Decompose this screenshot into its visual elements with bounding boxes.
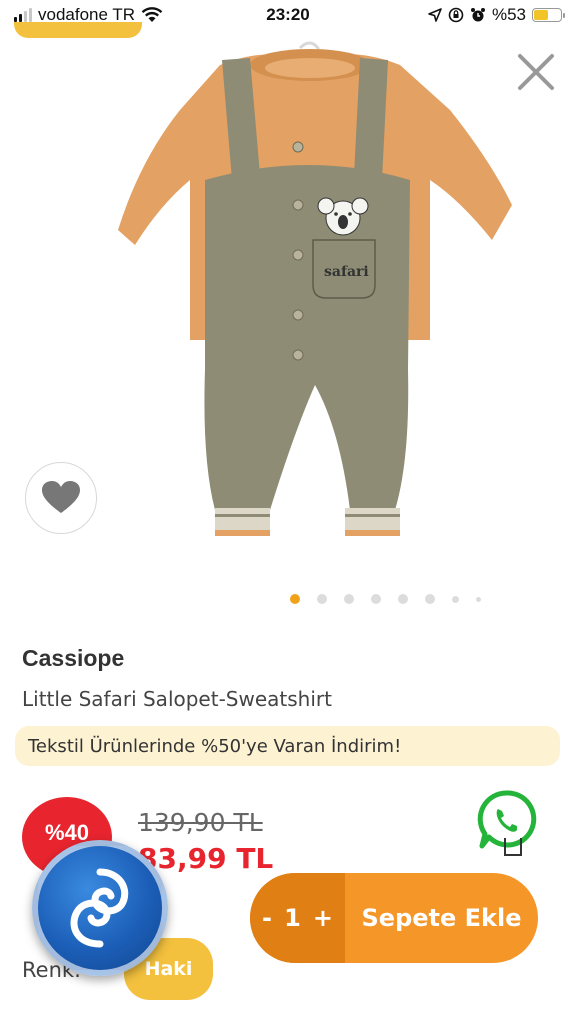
close-button[interactable] bbox=[512, 48, 560, 96]
promo-banner[interactable]: Tekstil Ürünlerinde %50'ye Varan İndirim… bbox=[15, 726, 560, 766]
wishlist-button[interactable] bbox=[25, 462, 97, 534]
carousel-dot[interactable] bbox=[476, 596, 481, 602]
promo-text: Tekstil Ürünlerinde %50'ye Varan İndirim… bbox=[28, 735, 402, 757]
top-tab-indicator bbox=[14, 22, 142, 38]
carousel-dot[interactable] bbox=[398, 594, 408, 604]
brand-name[interactable]: Cassiope bbox=[22, 645, 124, 672]
floating-app-button[interactable] bbox=[32, 840, 168, 976]
alarm-icon bbox=[470, 8, 485, 22]
new-price: 83,99 TL bbox=[138, 842, 274, 875]
product-image[interactable]: safari bbox=[110, 40, 520, 550]
close-icon bbox=[518, 54, 554, 90]
carousel-dot[interactable] bbox=[371, 594, 381, 604]
location-icon bbox=[428, 8, 442, 22]
quantity-stepper: - 1 + bbox=[250, 873, 345, 963]
swirl-logo-icon bbox=[70, 868, 129, 948]
status-right: %53 bbox=[428, 5, 565, 25]
lock-rotation-icon bbox=[448, 7, 464, 23]
carousel-dot[interactable] bbox=[344, 594, 354, 604]
carousel-dot-active[interactable] bbox=[290, 594, 300, 604]
carousel-dot[interactable] bbox=[425, 594, 435, 604]
battery-percent: %53 bbox=[491, 5, 526, 24]
battery-icon bbox=[532, 8, 565, 22]
product-name: Little Safari Salopet-Sweatshirt bbox=[22, 687, 332, 711]
carousel-dot[interactable] bbox=[452, 595, 459, 603]
increase-quantity-button[interactable]: + bbox=[313, 904, 333, 932]
chat-square-icon bbox=[504, 838, 522, 856]
heart-icon bbox=[42, 481, 80, 513]
pocket-print: safari bbox=[324, 264, 369, 280]
quantity-value: 1 bbox=[284, 904, 301, 932]
decrease-quantity-button[interactable]: - bbox=[262, 904, 272, 932]
old-price: 139,90 TL bbox=[138, 808, 263, 837]
add-to-cart-button[interactable]: Sepete Ekle bbox=[345, 873, 538, 963]
add-to-cart-bar: - 1 + Sepete Ekle bbox=[250, 873, 538, 963]
image-carousel-dots[interactable] bbox=[290, 593, 481, 605]
carousel-dot[interactable] bbox=[317, 594, 327, 604]
